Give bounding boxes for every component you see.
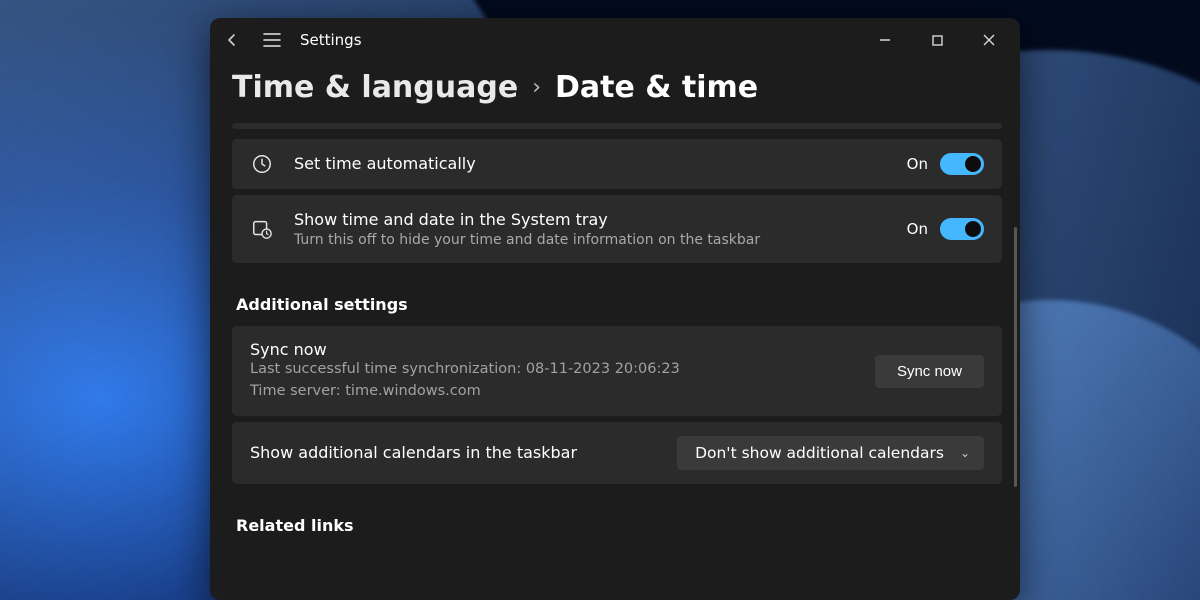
breadcrumb: Time & language › Date & time xyxy=(232,62,1002,123)
section-related-links: Related links xyxy=(236,516,1002,535)
toggle-show-time-system-tray[interactable] xyxy=(940,218,984,240)
sync-now-panel: Sync now Last successful time synchroniz… xyxy=(232,326,1002,415)
settings-window: Settings Time & language › Date & time xyxy=(210,18,1020,600)
minimize-button[interactable] xyxy=(862,24,908,56)
maximize-button[interactable] xyxy=(914,24,960,56)
additional-calendars-row: Show additional calendars in the taskbar… xyxy=(232,422,1002,484)
toggle-set-time-automatically[interactable] xyxy=(940,153,984,175)
setting-description: Turn this off to hide your time and date… xyxy=(294,231,889,250)
chevron-down-icon: ⌄ xyxy=(960,446,970,460)
content-area: Time & language › Date & time Set time a… xyxy=(210,62,1020,600)
hamburger-menu-icon[interactable] xyxy=(260,28,284,52)
setting-set-time-automatically: Set time automatically On xyxy=(232,139,1002,189)
previous-row-edge xyxy=(232,123,1002,129)
sync-now-button[interactable]: Sync now xyxy=(875,355,984,388)
sync-last-time: Last successful time synchronization: 08… xyxy=(250,359,857,380)
section-additional-settings: Additional settings xyxy=(236,295,1002,314)
calendar-clock-icon xyxy=(248,218,276,240)
toggle-state-label: On xyxy=(907,220,928,238)
titlebar: Settings xyxy=(210,18,1020,62)
close-button[interactable] xyxy=(966,24,1012,56)
back-button[interactable] xyxy=(220,28,244,52)
chevron-right-icon: › xyxy=(532,75,541,100)
calendars-title: Show additional calendars in the taskbar xyxy=(250,443,659,462)
setting-show-time-system-tray: Show time and date in the System tray Tu… xyxy=(232,195,1002,263)
additional-calendars-dropdown[interactable]: Don't show additional calendars ⌄ xyxy=(677,436,984,470)
clock-icon xyxy=(248,153,276,175)
setting-title: Show time and date in the System tray xyxy=(294,209,889,231)
scrollbar-thumb[interactable] xyxy=(1014,227,1017,487)
sync-title: Sync now xyxy=(250,340,857,359)
breadcrumb-current: Date & time xyxy=(555,70,758,105)
breadcrumb-parent[interactable]: Time & language xyxy=(232,70,518,105)
toggle-state-label: On xyxy=(907,155,928,173)
sync-server: Time server: time.windows.com xyxy=(250,381,857,402)
window-title: Settings xyxy=(300,31,362,49)
dropdown-selected: Don't show additional calendars xyxy=(695,444,944,462)
setting-title: Set time automatically xyxy=(294,153,889,175)
